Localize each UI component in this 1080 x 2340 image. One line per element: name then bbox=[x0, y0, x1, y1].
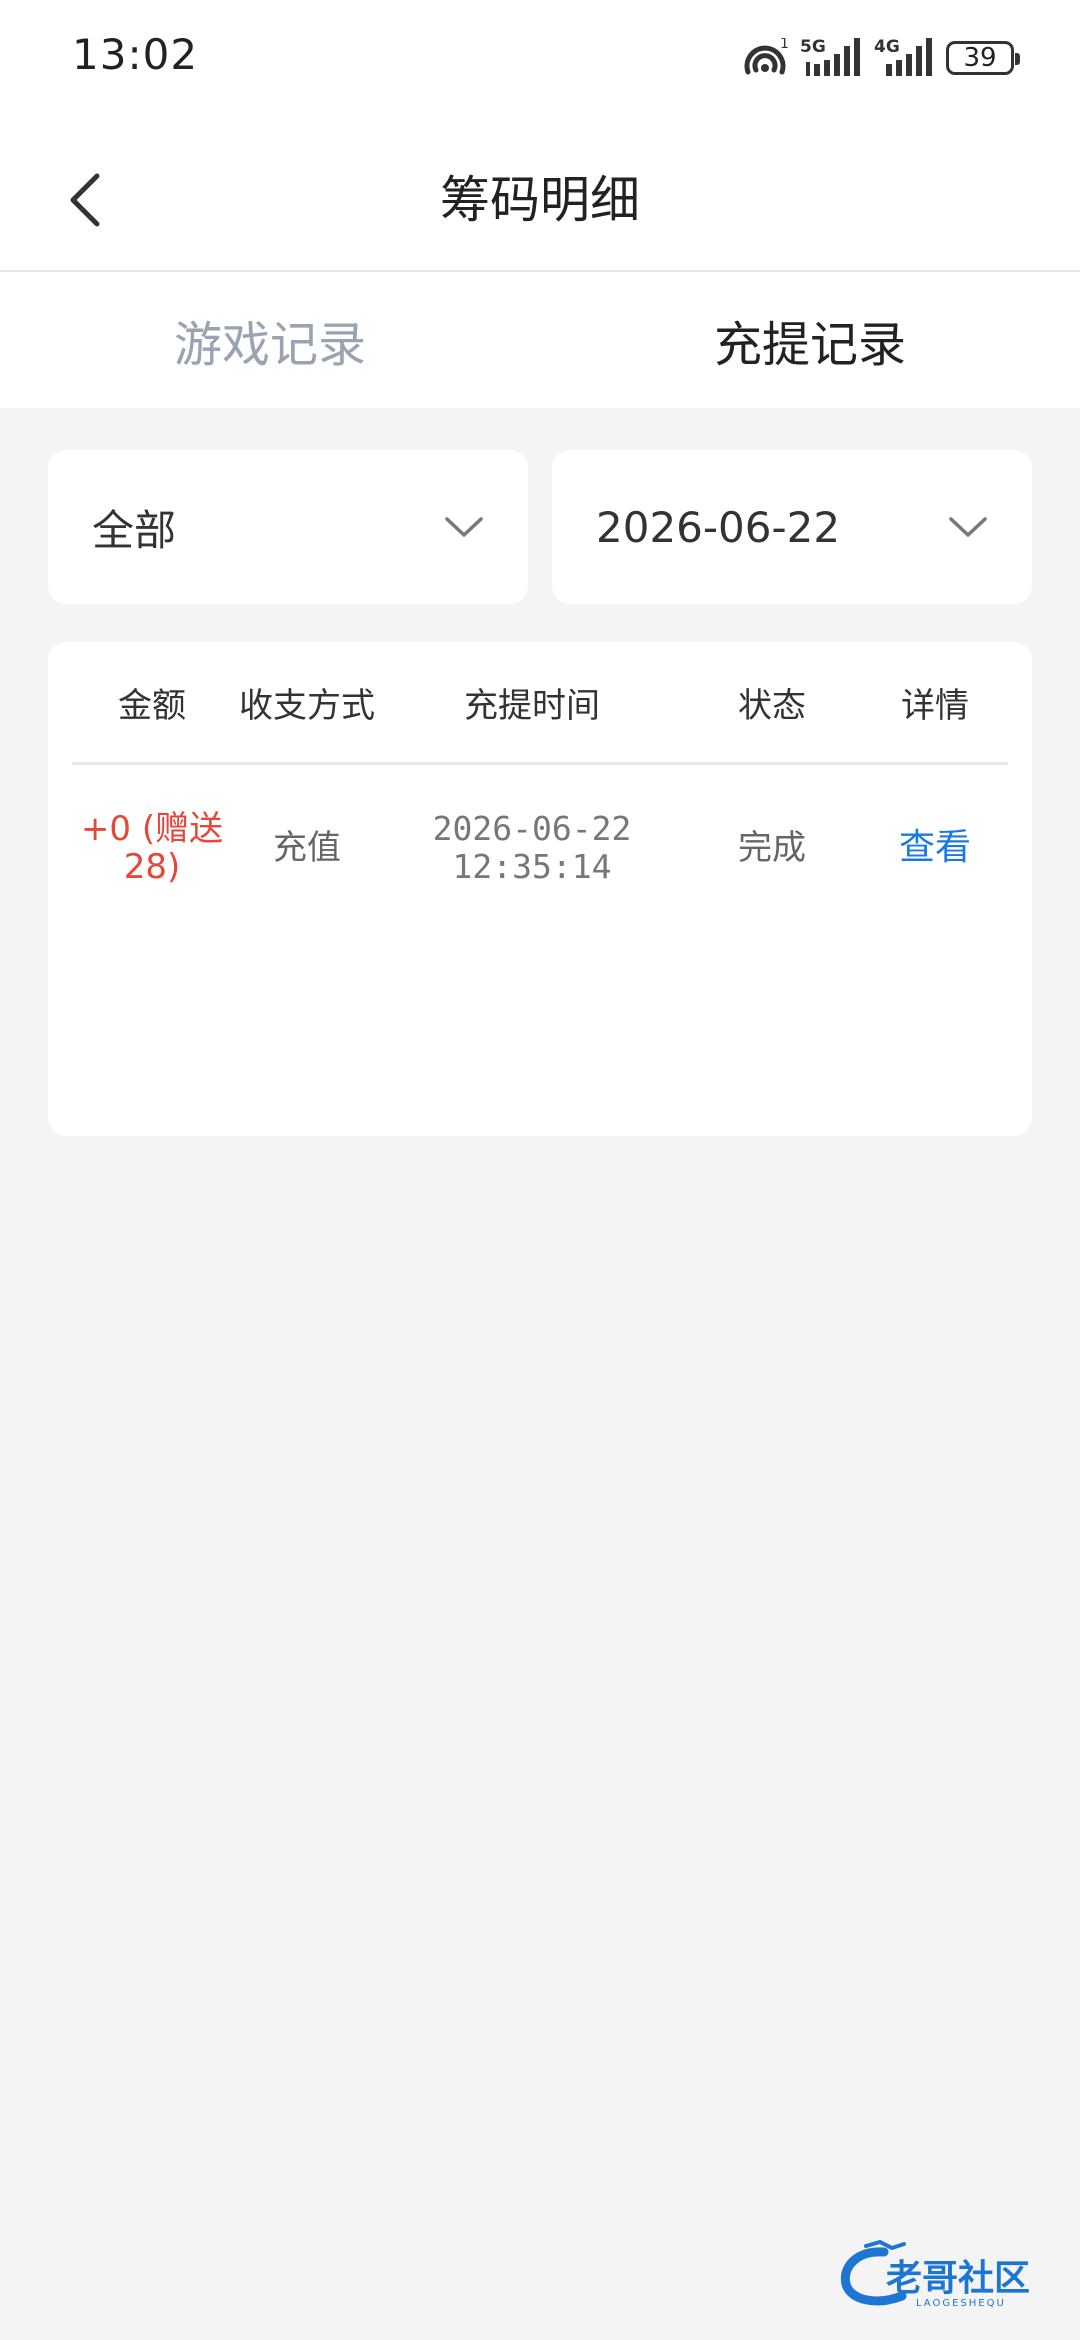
signal-5g-icon: 5G bbox=[800, 37, 860, 76]
row-time: 2026-06-22 12:35:14 bbox=[382, 764, 682, 932]
page-title: 筹码明细 bbox=[440, 171, 640, 229]
date-filter-value: 2026-06-22 bbox=[596, 502, 841, 552]
column-header-time: 充提时间 bbox=[464, 685, 600, 726]
tab-game-records[interactable]: 游戏记录 bbox=[0, 272, 540, 408]
records-table: 金额 收支方式 充提时间 状态 详情 +0 (赠送28) 充值 2026-06-… bbox=[48, 642, 1032, 1136]
battery-level: 39 bbox=[963, 43, 997, 73]
table-header: 金额 收支方式 充提时间 状态 详情 bbox=[72, 642, 1008, 765]
hotspot-icon: 1 bbox=[744, 38, 789, 75]
header: 筹码明细 bbox=[0, 120, 1080, 272]
row-status: 完成 bbox=[738, 828, 806, 868]
chevron-down-icon bbox=[949, 517, 987, 537]
sim-index-label: 1 bbox=[780, 38, 789, 52]
table-row: +0 (赠送28) 充值 2026-06-22 12:35:14 完成 查看 bbox=[72, 764, 1008, 932]
column-header-detail: 详情 bbox=[901, 685, 969, 726]
status-icons: 1 5G 4G 39 bbox=[740, 34, 1020, 82]
column-header-method: 收支方式 bbox=[239, 685, 375, 726]
type-filter-value: 全部 bbox=[92, 505, 177, 555]
network-a-label: 5G bbox=[800, 37, 826, 57]
view-detail-link[interactable]: 查看 bbox=[862, 764, 1008, 932]
row-date-text: 2026-06-22 bbox=[432, 809, 632, 848]
battery-icon: 39 bbox=[946, 41, 1020, 75]
column-header-status: 状态 bbox=[738, 685, 806, 726]
status-bar: 13:02 1 5G 4G 39 bbox=[0, 0, 1080, 120]
row-amount: +0 (赠送28) bbox=[80, 809, 224, 887]
row-clock-text: 12:35:14 bbox=[452, 847, 612, 886]
date-filter-dropdown[interactable]: 2026-06-22 bbox=[552, 450, 1032, 604]
type-filter-dropdown[interactable]: 全部 bbox=[48, 450, 528, 604]
watermark-subtext: LAOGESHEQU bbox=[916, 2298, 1006, 2309]
status-time: 13:02 bbox=[72, 30, 199, 79]
column-header-amount: 金额 bbox=[118, 685, 186, 726]
watermark-logo: 老哥社区 LAOGESHEQU bbox=[840, 2239, 1030, 2309]
row-method: 充值 bbox=[273, 828, 341, 868]
watermark-text: 老哥社区 bbox=[886, 2258, 1030, 2299]
tab-deposit-withdraw-records[interactable]: 充提记录 bbox=[540, 272, 1080, 408]
chevron-down-icon bbox=[445, 517, 483, 537]
network-b-label: 4G bbox=[874, 37, 900, 57]
signal-4g-icon: 4G bbox=[874, 37, 932, 76]
tab-bar: 游戏记录 充提记录 bbox=[0, 272, 1080, 408]
